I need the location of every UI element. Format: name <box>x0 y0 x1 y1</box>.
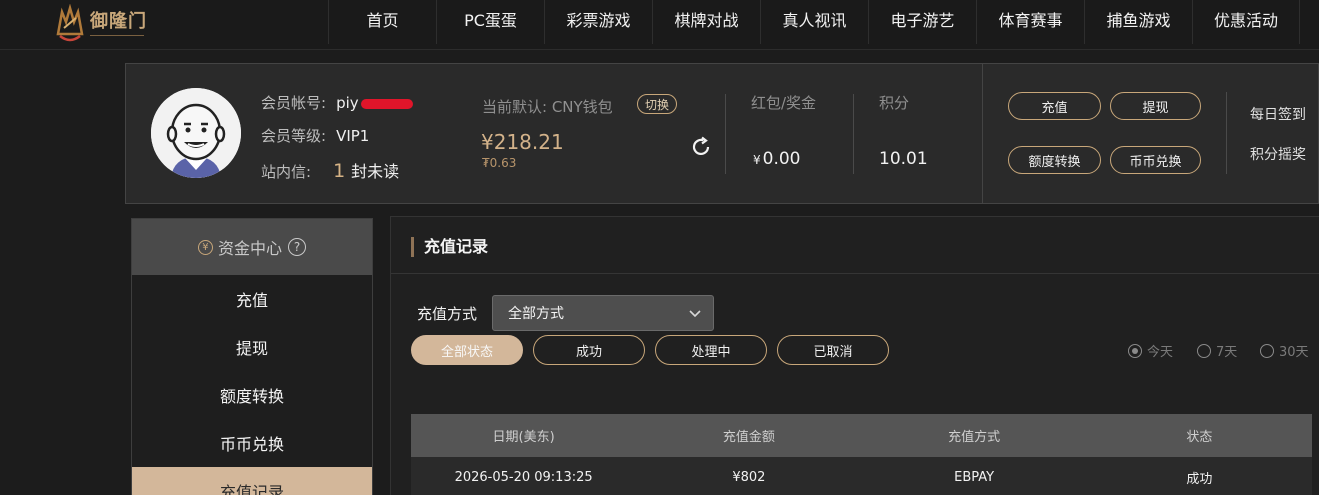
status-tab-cancelled[interactable]: 已取消 <box>777 335 889 365</box>
status-tab-all[interactable]: 全部状态 <box>411 335 523 365</box>
points-label: 积分 <box>879 94 910 112</box>
chevron-down-icon <box>689 310 701 318</box>
col-header-method: 充值方式 <box>948 430 1001 445</box>
nav-item-live-casino[interactable]: 真人视讯 <box>760 0 868 44</box>
divider <box>1226 92 1227 174</box>
message-row[interactable]: 站内信: 1 封未读 <box>261 158 399 182</box>
usdt-balance: ₮0.63 <box>482 156 517 170</box>
withdraw-button[interactable]: 提现 <box>1110 92 1201 120</box>
sidebar-header: ¥ 资金中心 ? <box>132 219 372 275</box>
nav-item-slots[interactable]: 电子游艺 <box>868 0 976 44</box>
daily-signin-link[interactable]: 每日签到 <box>1250 104 1306 124</box>
range-radio-7days[interactable]: 7天 <box>1197 341 1237 360</box>
title-divider <box>391 273 1319 274</box>
col-header-amount: 充值金额 <box>722 430 775 445</box>
nav-item-home[interactable]: 首页 <box>328 0 436 44</box>
radio-dot <box>1260 343 1274 358</box>
top-nav-bar: 御隆门 首页 PC蛋蛋 彩票游戏 棋牌对战 真人视讯 电子游艺 体育赛事 捕鱼游… <box>0 0 1319 50</box>
cell-status: 成功 <box>1186 471 1213 487</box>
switch-wallet-button[interactable]: 切换 <box>637 94 678 114</box>
method-select-value: 全部方式 <box>508 306 564 322</box>
main-nav: 首页 PC蛋蛋 彩票游戏 棋牌对战 真人视讯 电子游艺 体育赛事 捕鱼游戏 优惠… <box>328 0 1300 50</box>
cell-date: 2026-05-20 09:13:25 <box>454 469 593 485</box>
message-label: 站内信: <box>261 163 312 181</box>
wallet-label: 当前默认: CNY钱包 <box>482 98 613 116</box>
points-shake-link[interactable]: 积分摇奖 <box>1250 144 1306 164</box>
unread-count[interactable]: 1 <box>333 160 345 182</box>
level-value: VIP1 <box>336 127 370 145</box>
table-row: 2026-05-20 09:13:25 ¥802 EBPAY 成功 <box>411 457 1312 495</box>
bonus-value: ¥0.00 <box>753 149 801 169</box>
deposit-button[interactable]: 充值 <box>1008 92 1101 120</box>
sidebar-title: 资金中心 <box>217 239 282 258</box>
bonus-currency: ¥ <box>753 153 761 167</box>
sidebar-item-exchange[interactable]: 币币兑换 <box>132 419 372 467</box>
logo-name: 御隆门 <box>90 10 147 32</box>
col-header-date: 日期(美东) <box>492 430 555 445</box>
sidebar-item-deposit[interactable]: 充值 <box>132 275 372 323</box>
sidebar-item-transfer[interactable]: 额度转换 <box>132 371 372 419</box>
radio-dot <box>1197 343 1211 358</box>
method-select[interactable]: 全部方式 <box>492 295 714 331</box>
radio-dot <box>1128 343 1142 358</box>
range-label-30days: 30天 <box>1279 345 1309 360</box>
bonus-label: 红包/奖金 <box>751 94 817 112</box>
page-title: 充值记录 <box>411 237 488 257</box>
nav-item-fishing[interactable]: 捕鱼游戏 <box>1084 0 1192 44</box>
range-label-today: 今天 <box>1147 345 1174 360</box>
transfer-button[interactable]: 额度转换 <box>1008 146 1101 174</box>
account-label: 会员帐号: <box>261 94 327 112</box>
method-filter-label: 充值方式 <box>417 305 478 323</box>
site-logo[interactable]: 御隆门 <box>52 3 152 45</box>
avatar <box>151 88 241 178</box>
records-table: 日期(美东) 充值金额 充值方式 状态 2026-05-20 09:13:25 … <box>411 414 1312 495</box>
nav-item-pc28[interactable]: PC蛋蛋 <box>436 0 544 44</box>
logo-underline <box>90 34 144 38</box>
range-label-7days: 7天 <box>1216 345 1238 360</box>
nav-item-lottery[interactable]: 彩票游戏 <box>544 0 652 44</box>
level-label: 会员等级: <box>261 127 327 145</box>
sidebar-item-deposit-records[interactable]: 充值记录 <box>132 467 372 495</box>
deposit-records-panel: 充值记录 充值方式 全部方式 全部状态 成功 处理中 已取消 今天 7天 30天… <box>390 216 1319 495</box>
logo-emblem-icon <box>56 4 84 42</box>
refresh-icon[interactable] <box>690 136 712 158</box>
nav-item-card-games[interactable]: 棋牌对战 <box>652 0 760 44</box>
points-value: 10.01 <box>879 149 928 169</box>
bonus-amount: 0.00 <box>762 149 801 169</box>
divider <box>725 94 726 174</box>
sidebar-item-withdraw[interactable]: 提现 <box>132 323 372 371</box>
help-icon[interactable]: ? <box>288 238 306 256</box>
nav-item-sports[interactable]: 体育赛事 <box>976 0 1084 44</box>
nav-item-promotions[interactable]: 优惠活动 <box>1192 0 1300 44</box>
divider <box>982 64 983 203</box>
coin-icon: ¥ <box>197 239 213 255</box>
range-radio-today[interactable]: 今天 <box>1128 341 1173 360</box>
member-info-panel: 会员帐号: piy 会员等级: VIP1 站内信: 1 封未读 当前默认: CNY钱包 … <box>125 63 1319 204</box>
redaction-mark <box>360 98 413 109</box>
status-tab-success[interactable]: 成功 <box>533 335 645 365</box>
status-tab-processing[interactable]: 处理中 <box>655 335 767 365</box>
level-row: 会员等级: VIP1 <box>261 125 369 146</box>
table-header: 日期(美东) 充值金额 充值方式 状态 <box>411 414 1312 457</box>
exchange-button[interactable]: 币币兑换 <box>1110 146 1201 174</box>
account-row: 会员帐号: piy <box>261 92 413 113</box>
cell-amount: ¥802 <box>732 469 766 485</box>
wallet-balance: ¥218.21 <box>481 130 564 154</box>
cell-method: EBPAY <box>954 469 995 485</box>
divider <box>853 94 854 174</box>
fund-center-sidebar: ¥ 资金中心 ? 充值 提现 额度转换 币币兑换 充值记录 <box>131 218 373 495</box>
account-value: piy <box>336 94 359 112</box>
unread-unit[interactable]: 封未读 <box>351 162 399 181</box>
range-radio-30days[interactable]: 30天 <box>1260 341 1309 360</box>
col-header-status: 状态 <box>1186 430 1213 445</box>
avatar-face-icon <box>151 88 241 178</box>
